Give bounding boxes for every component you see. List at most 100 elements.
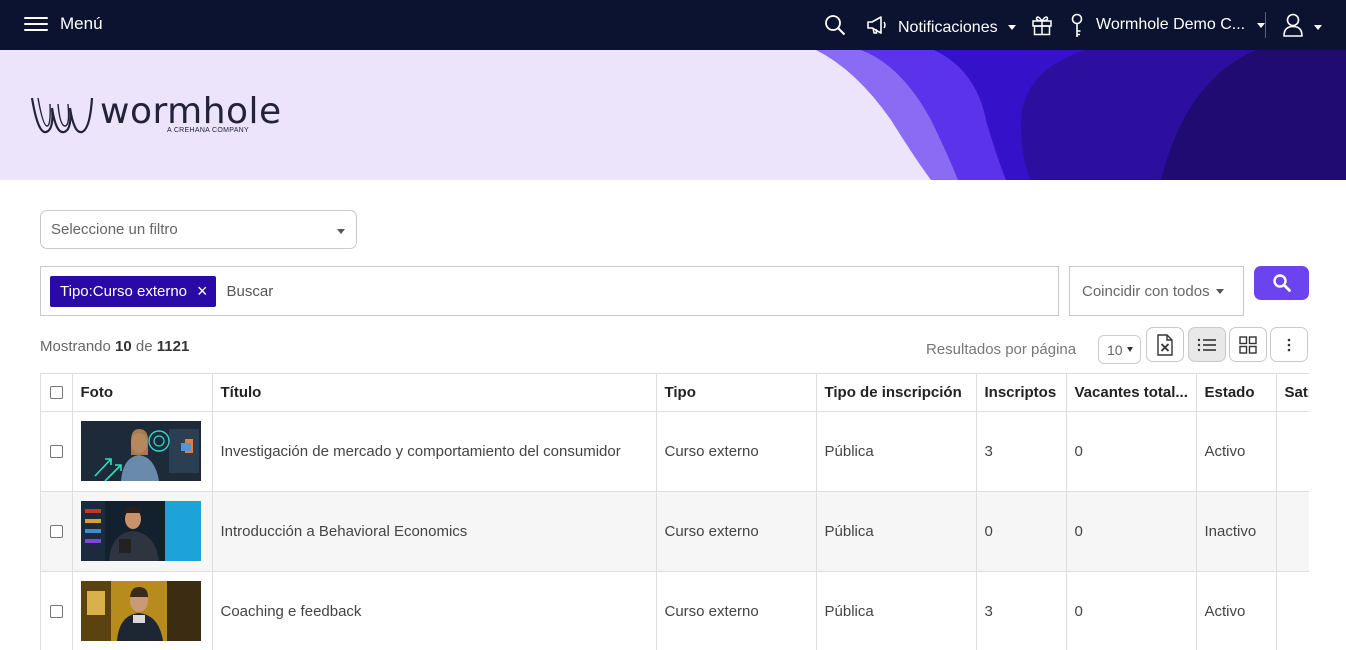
table-header-row: Foto Título Tipo Tipo de inscripción Ins…: [41, 374, 1309, 412]
per-page-select[interactable]: 10: [1098, 335, 1141, 364]
search-icon[interactable]: [824, 14, 846, 41]
enrolled-cell: 3: [976, 411, 1067, 492]
grid-icon: [1239, 335, 1257, 354]
menu-label: Menú: [60, 14, 103, 33]
enrollment-type-cell: Pública: [816, 411, 977, 492]
column-header-title[interactable]: Título: [212, 374, 657, 412]
row-checkbox[interactable]: [50, 605, 63, 619]
logo-wordmark: wormhole: [100, 91, 282, 132]
type-cell: Curso externo: [656, 491, 817, 572]
logo-subtext: A CREHANA COMPANY: [167, 127, 249, 134]
title-cell[interactable]: Introducción a Behavioral Economics: [212, 491, 657, 572]
title-cell[interactable]: Investigación de mercado y comportamient…: [212, 411, 657, 492]
select-all-cell: [41, 374, 73, 412]
search-input[interactable]: [226, 276, 927, 306]
filter-chip: Tipo:Curso externo ×: [50, 275, 216, 307]
column-header-type[interactable]: Tipo: [656, 374, 817, 412]
select-all-checkbox[interactable]: [50, 386, 63, 400]
showing-prefix: Mostrando: [40, 338, 111, 355]
courses-table: Foto Título Tipo Tipo de inscripción Ins…: [40, 373, 1309, 650]
course-thumbnail[interactable]: [80, 421, 201, 481]
vacancies-cell: 0: [1066, 491, 1197, 572]
company-label: Wormhole Demo C...: [1096, 16, 1246, 33]
chevron-down-icon: [1314, 25, 1322, 30]
row-checkbox[interactable]: [50, 525, 63, 539]
photo-cell: [72, 411, 213, 492]
top-navbar: Menú Notificaciones Wormhole Demo C...: [0, 0, 1346, 50]
showing-total: 1121: [156, 338, 190, 355]
title-cell[interactable]: Coaching e feedback: [212, 571, 657, 650]
filter-chip-label: Tipo:Curso externo: [60, 282, 188, 300]
course-thumbnail[interactable]: [80, 501, 201, 561]
status-cell: Activo: [1196, 411, 1277, 492]
search-box: Tipo:Curso externo ×: [40, 266, 1059, 316]
banner-waves: [816, 50, 1346, 180]
user-icon: [1282, 13, 1304, 42]
notifications-label: Notificaciones: [898, 18, 998, 36]
divider: [1265, 12, 1266, 38]
chevron-down-icon: [337, 229, 345, 234]
column-header-satisfaction[interactable]: Sati: [1276, 374, 1309, 412]
filter-select-placeholder: Seleccione un filtro: [51, 221, 178, 238]
column-header-enrolled[interactable]: Inscriptos: [976, 374, 1067, 412]
header-banner: wormhole A CREHANA COMPANY: [0, 50, 1346, 180]
row-select-cell: [41, 411, 73, 492]
enrolled-cell: 3: [976, 571, 1067, 650]
key-icon[interactable]: [1070, 13, 1084, 44]
table-row[interactable]: Coaching e feedback Curso externo Públic…: [41, 571, 1309, 650]
user-menu[interactable]: [1282, 13, 1322, 42]
showing-of: de: [135, 338, 153, 355]
gift-icon[interactable]: [1031, 14, 1053, 41]
enrolled-cell: 0: [976, 491, 1067, 572]
course-thumbnail[interactable]: [80, 581, 201, 641]
per-page-value: 10: [1107, 341, 1123, 358]
photo-cell: [72, 571, 213, 650]
match-mode-label: Coincidir con todos: [1082, 282, 1210, 300]
filter-select[interactable]: Seleccione un filtro: [40, 210, 357, 249]
row-select-cell: [41, 571, 73, 650]
grid-view-button[interactable]: [1229, 327, 1267, 362]
row-checkbox[interactable]: [50, 445, 63, 459]
match-mode-select[interactable]: Coincidir con todos: [1069, 266, 1244, 316]
column-header-vacancies[interactable]: Vacantes total...: [1066, 374, 1197, 412]
search-icon: [1272, 274, 1291, 292]
vacancies-cell: 0: [1066, 571, 1197, 650]
status-cell: Inactivo: [1196, 491, 1277, 572]
row-select-cell: [41, 491, 73, 572]
notifications-menu[interactable]: Notificaciones: [866, 14, 1016, 41]
enrollment-type-cell: Pública: [816, 491, 977, 572]
megaphone-icon: [866, 14, 890, 41]
type-cell: Curso externo: [656, 411, 817, 492]
status-cell: Activo: [1196, 571, 1277, 650]
export-excel-button[interactable]: [1146, 327, 1184, 362]
photo-cell: [72, 491, 213, 572]
search-button[interactable]: [1254, 266, 1309, 300]
showing-count: 10: [115, 338, 132, 355]
column-header-photo[interactable]: Foto: [72, 374, 213, 412]
menu-button[interactable]: Menú: [24, 14, 103, 34]
excel-file-icon: [1157, 333, 1173, 356]
results-summary: Mostrando 10 de 1121: [40, 338, 189, 355]
more-options-button[interactable]: [1270, 327, 1308, 362]
vacancies-cell: 0: [1066, 411, 1197, 492]
satisfaction-cell: [1276, 571, 1309, 650]
hamburger-icon: [24, 16, 48, 32]
chevron-down-icon: [1257, 22, 1266, 28]
table-row[interactable]: Introducción a Behavioral Economics Curs…: [41, 491, 1309, 572]
chevron-down-icon: [1215, 288, 1224, 294]
company-selector[interactable]: Wormhole Demo C...: [1096, 16, 1266, 34]
enrollment-type-cell: Pública: [816, 571, 977, 650]
column-header-enrollment-type[interactable]: Tipo de inscripción: [816, 374, 977, 412]
satisfaction-cell: [1276, 491, 1309, 572]
table-row[interactable]: Investigación de mercado y comportamient…: [41, 411, 1309, 492]
list-view-button[interactable]: [1188, 327, 1226, 362]
close-icon[interactable]: ×: [197, 282, 208, 300]
more-vertical-icon: [1287, 338, 1291, 351]
chevron-down-icon: [1007, 25, 1016, 30]
wormhole-logo-icon: [30, 97, 94, 134]
type-cell: Curso externo: [656, 571, 817, 650]
satisfaction-cell: [1276, 411, 1309, 492]
per-page-label: Resultados por página: [926, 341, 1077, 358]
list-icon: [1197, 338, 1216, 351]
column-header-status[interactable]: Estado: [1196, 374, 1277, 412]
